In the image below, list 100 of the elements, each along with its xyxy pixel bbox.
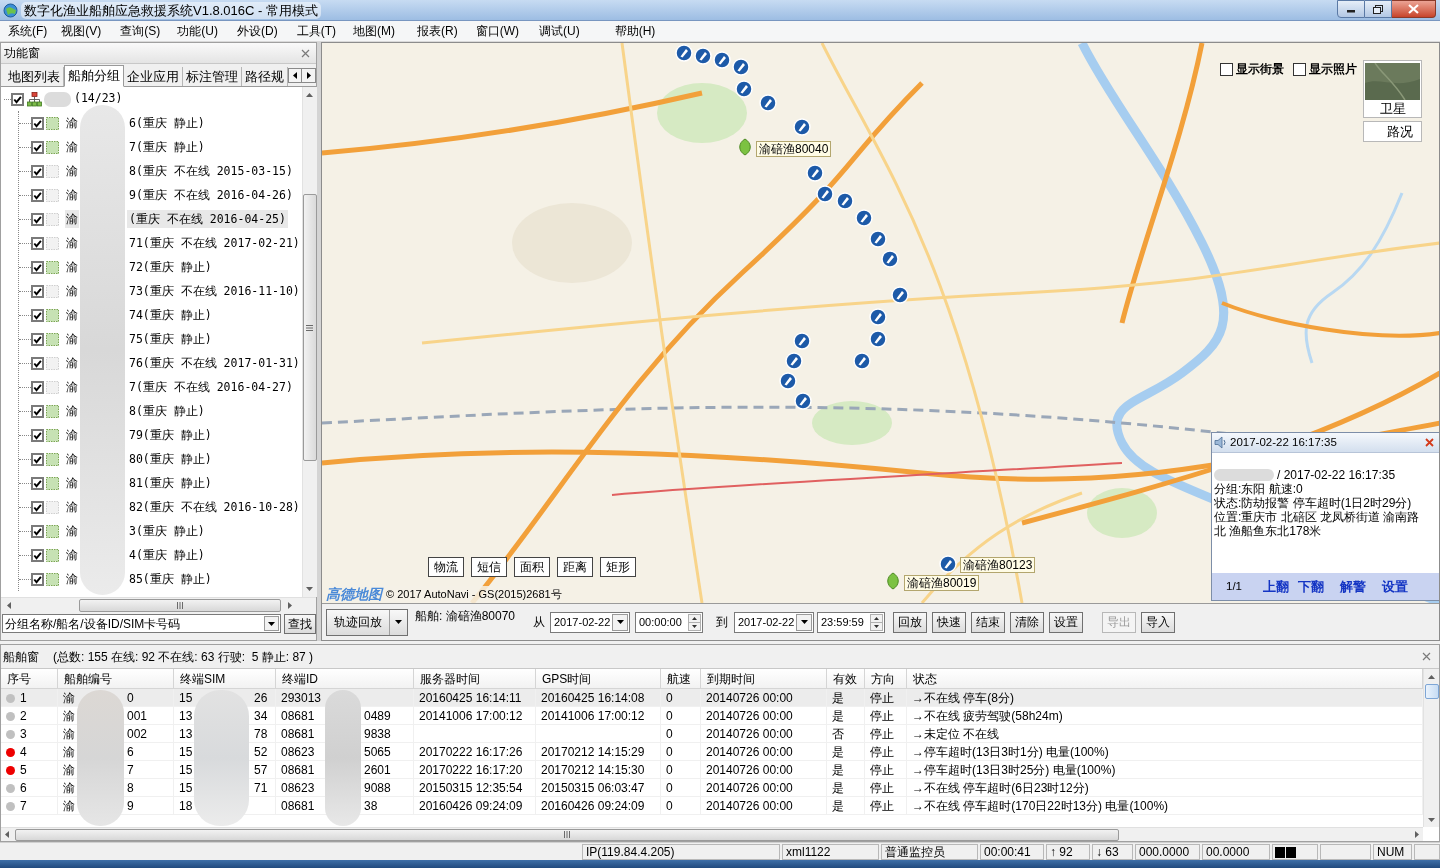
ship-marker-icon[interactable] [806, 164, 824, 182]
time-field[interactable]: 23:59:59 [817, 611, 885, 633]
map-tool-button[interactable]: 面积 [514, 557, 550, 577]
column-header[interactable]: 航速 [661, 669, 701, 688]
ship-marker-icon[interactable] [836, 192, 854, 210]
search-button[interactable]: 查找 [284, 613, 316, 634]
column-header[interactable]: 船舶编号 [58, 669, 174, 688]
date-field[interactable]: 2017-02-22 [734, 611, 814, 633]
traffic-layer-button[interactable]: 路况 [1363, 121, 1422, 142]
dropdown-button[interactable] [264, 616, 279, 631]
tree-checkbox[interactable] [31, 260, 44, 274]
map-tool-button[interactable]: 距离 [557, 557, 593, 577]
tree-checkbox[interactable] [31, 236, 44, 250]
menu-item[interactable]: 窗口(W) [473, 22, 521, 40]
dropdown-button[interactable] [796, 613, 812, 631]
tree-checkbox[interactable] [31, 284, 44, 298]
ship-name-fragment[interactable]: 渝 [65, 474, 79, 492]
ship-name-fragment[interactable]: 渝 [65, 114, 79, 132]
spin-arrows-icon[interactable] [870, 613, 883, 631]
ship-status-text[interactable]: 6(重庆 静止) [127, 114, 207, 132]
tab[interactable]: 标注管理 [183, 67, 242, 86]
menu-item[interactable]: 外设(D) [235, 22, 280, 40]
ship-name-fragment[interactable]: 渝 [65, 498, 79, 516]
ship-status-text[interactable]: 8(重庆 不在线 2015-03-15) [127, 162, 295, 180]
ship-name-fragment[interactable]: 渝 [65, 546, 79, 564]
ship-name-fragment[interactable]: 渝 [65, 402, 79, 420]
ship-name-fragment[interactable]: 渝 [65, 282, 79, 300]
tree-checkbox[interactable] [31, 140, 44, 154]
scroll-left-button[interactable] [288, 68, 302, 83]
tree-checkbox[interactable] [31, 452, 44, 466]
column-header[interactable]: 有效 [827, 669, 865, 688]
ship-marker-icon[interactable] [869, 308, 887, 326]
ship-status-text[interactable]: (重庆 不在线 2016-04-25) [127, 210, 288, 228]
ship-name-fragment[interactable]: 渝 [65, 378, 79, 396]
tree-checkbox[interactable] [31, 356, 44, 370]
up-arrow-icon[interactable] [1428, 675, 1435, 679]
ship-status-text[interactable]: 85(重庆 静止) [127, 570, 214, 588]
down-arrow-icon[interactable] [1428, 818, 1435, 822]
menu-item[interactable]: 视图(V) [59, 22, 104, 40]
ship-name-fragment[interactable]: 渝 [65, 450, 79, 468]
ship-marker-icon[interactable] [759, 94, 777, 112]
menu-item[interactable]: 工具(T) [294, 22, 338, 40]
column-header[interactable]: 服务器时间 [414, 669, 536, 688]
checkbox[interactable] [1293, 62, 1306, 76]
scrollbar-thumb[interactable] [302, 194, 317, 461]
tree-checkbox[interactable] [31, 524, 44, 538]
ship-name-fragment[interactable]: 渝 [65, 162, 79, 180]
ship-name-fragment[interactable]: 渝 [65, 138, 79, 156]
menu-item[interactable]: 查询(S) [118, 22, 163, 40]
tree-checkbox[interactable] [31, 500, 44, 514]
playback-button[interactable]: 设置 [1049, 611, 1083, 633]
scrollbar-thumb[interactable] [79, 598, 281, 612]
tree-checkbox[interactable] [31, 428, 44, 442]
playback-button[interactable]: 结束 [971, 611, 1005, 633]
tree-checkbox[interactable] [31, 572, 44, 586]
playback-button[interactable]: 清除 [1010, 611, 1044, 633]
ship-status-text[interactable]: 74(重庆 静止) [127, 306, 214, 324]
alert-action-link[interactable]: 解警 [1340, 576, 1366, 597]
left-arrow-icon[interactable] [5, 831, 9, 838]
tree-checkbox[interactable] [31, 332, 44, 346]
ship-marker-icon[interactable] [939, 555, 957, 573]
close-icon[interactable] [301, 48, 310, 58]
ship-status-text[interactable]: 7(重庆 不在线 2016-04-27) [127, 378, 295, 396]
tree-checkbox[interactable] [31, 116, 44, 130]
scroll-right-button[interactable] [302, 68, 316, 83]
close-icon[interactable] [1422, 652, 1431, 661]
ship-name-fragment[interactable]: 渝 [65, 426, 79, 444]
column-header[interactable]: 序号 [1, 669, 58, 688]
leaf-marker-icon[interactable] [737, 138, 753, 156]
tree-checkbox[interactable] [31, 548, 44, 562]
selected-row-highlight[interactable]: 1 渝 0 15 26 293013 20160425 16:14:11 20160425 16:14:08 0 20140726 00:00 是 停止 →不在线 停车(8分) [1, 689, 1423, 707]
ship-name-fragment[interactable]: 渝 [65, 234, 79, 252]
ship-status-text[interactable]: 79(重庆 静止) [127, 426, 214, 444]
tree-checkbox[interactable] [31, 404, 44, 418]
ship-name-fragment[interactable]: 渝 [65, 258, 79, 276]
up-arrow-icon[interactable] [306, 93, 314, 97]
dropdown-button[interactable] [612, 613, 628, 631]
ship-name-fragment[interactable]: 渝 [65, 570, 79, 588]
menu-item[interactable]: 地图(M) [351, 22, 397, 40]
tree-checkbox[interactable] [11, 92, 24, 106]
menu-item[interactable]: 调试(U) [537, 22, 582, 40]
ship-status-text[interactable]: 73(重庆 不在线 2016-11-10) [127, 282, 302, 300]
ship-marker-icon[interactable] [785, 352, 803, 370]
ship-status-text[interactable]: 8(重庆 静止) [127, 402, 207, 420]
date-field[interactable]: 2017-02-22 [550, 611, 630, 633]
ship-name-fragment[interactable]: 渝 [65, 354, 79, 372]
tab[interactable]: 企业应用 [124, 67, 183, 86]
column-header[interactable]: 到期时间 [701, 669, 827, 688]
ship-status-text[interactable]: 80(重庆 静止) [127, 450, 214, 468]
leaf-marker-icon[interactable] [885, 572, 901, 590]
alert-action-link[interactable]: 上翻 [1263, 576, 1289, 597]
ship-name-fragment[interactable]: 渝 [65, 306, 79, 324]
column-header[interactable]: 终端SIM [174, 669, 276, 688]
menu-item[interactable]: 系统(F) [6, 22, 50, 40]
maximize-button[interactable] [1365, 0, 1392, 18]
minimize-button[interactable] [1337, 0, 1365, 18]
alert-action-link[interactable]: 设置 [1382, 576, 1408, 597]
checkbox[interactable] [1220, 62, 1233, 76]
ship-marker-icon[interactable] [694, 47, 712, 65]
ship-status-text[interactable]: 72(重庆 静止) [127, 258, 214, 276]
